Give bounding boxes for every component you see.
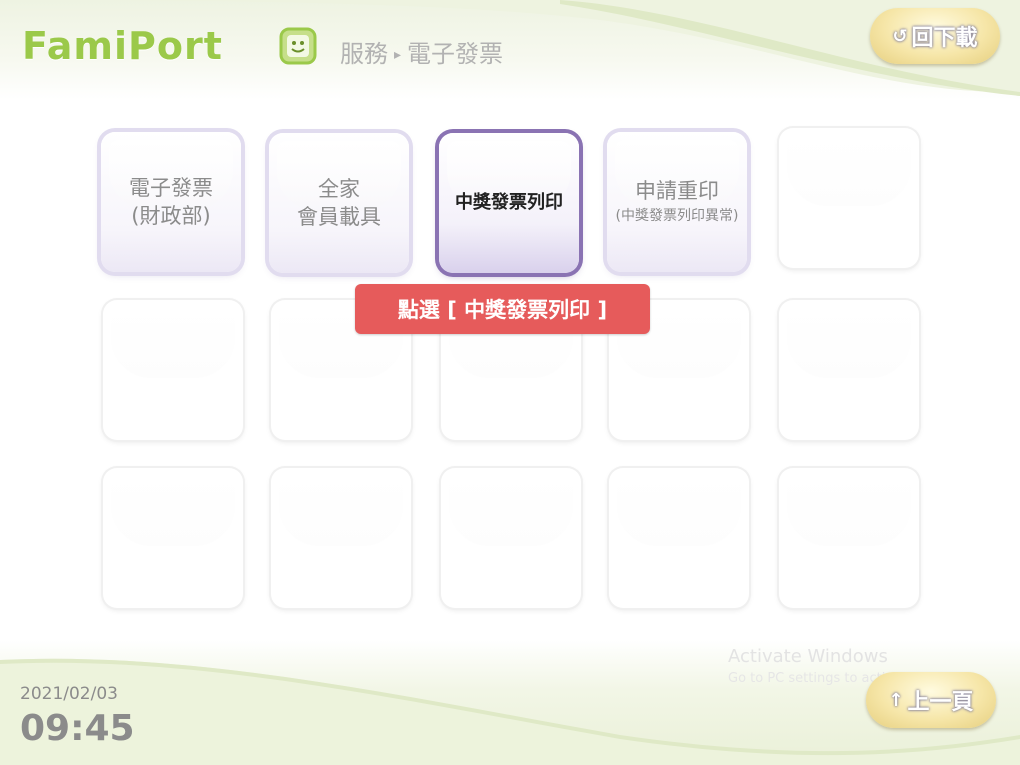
breadcrumb-page: 電子發票	[407, 40, 504, 68]
tile-reprint-request[interactable]: 申請重印 (中獎發票列印異常)	[607, 132, 747, 272]
breadcrumb-section: 服務	[340, 40, 388, 68]
breadcrumb-arrow-icon: ▸	[394, 47, 402, 63]
tile-empty	[103, 468, 243, 608]
tile-member-carrier[interactable]: 全家 會員載具	[269, 133, 409, 273]
tile-empty	[271, 468, 411, 608]
previous-page-button[interactable]: ↑ 上一頁	[866, 672, 996, 728]
tile-empty	[779, 300, 919, 440]
tile-winning-invoice-print[interactable]: 中獎發票列印	[439, 133, 579, 273]
tile-empty	[441, 468, 581, 608]
return-download-button[interactable]: ↺ 回下載	[870, 8, 1000, 64]
return-download-label: 回下載	[911, 26, 978, 51]
activation-watermark-title: Activate Windows	[728, 646, 888, 667]
tile-empty	[779, 468, 919, 608]
previous-page-label: 上一頁	[907, 690, 974, 715]
tile-sublabel: (財政部)	[131, 204, 211, 228]
tile-label: 全家	[318, 177, 360, 201]
tile-empty	[609, 468, 749, 608]
famiport-logo: FamiPort	[22, 24, 223, 68]
tile-label: 電子發票	[129, 176, 213, 200]
breadcrumb: 服務 ▸ 電子發票	[340, 34, 503, 69]
instruction-callout: 點選 [ 中獎發票列印 ]	[355, 284, 650, 334]
tile-sublabel: (中獎發票列印異常)	[615, 208, 739, 224]
current-date: 2021/02/03	[20, 684, 118, 704]
tile-sublabel: 會員載具	[297, 205, 381, 229]
tile-label: 申請重印	[635, 179, 719, 203]
smiley-icon	[279, 27, 317, 65]
refresh-arrow-icon: ↺	[892, 25, 908, 47]
tile-empty	[103, 300, 243, 440]
tile-empty	[779, 128, 919, 268]
tile-e-invoice-ministry[interactable]: 電子發票 (財政部)	[101, 132, 241, 272]
current-time: 09:45	[20, 708, 135, 749]
tile-label: 中獎發票列印	[455, 192, 563, 213]
up-arrow-icon: ↑	[888, 689, 904, 711]
